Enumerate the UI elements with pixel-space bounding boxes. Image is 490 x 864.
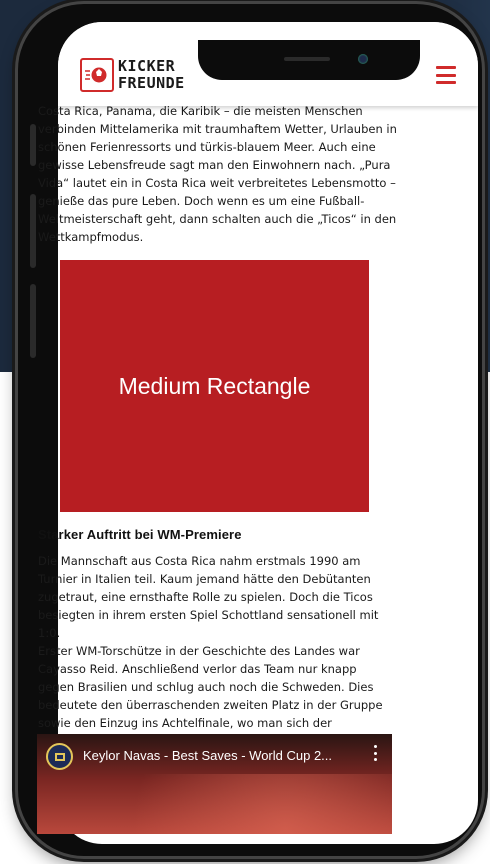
video-title[interactable]: Keylor Navas - Best Saves - World Cup 2.… — [83, 748, 332, 763]
volume-down-button — [30, 284, 36, 358]
front-camera — [358, 54, 368, 64]
youtube-video-embed[interactable]: Keylor Navas - Best Saves - World Cup 2.… — [37, 734, 392, 834]
ad-label: Medium Rectangle — [118, 373, 311, 399]
logo-wordmark: KICKER FREUNDE — [118, 58, 185, 92]
article-paragraph-1: Costa Rica, Panama, die Karibik – die me… — [38, 104, 397, 244]
ad-medium-rectangle[interactable]: Medium Rectangle — [60, 260, 369, 512]
logo-line-2: FREUNDE — [118, 74, 185, 92]
mute-switch — [30, 124, 36, 166]
logo-line-1: KICKER — [118, 57, 176, 75]
phone-notch — [198, 40, 420, 80]
football-logo-icon — [80, 58, 114, 92]
article-content: Costa Rica, Panama, die Karibik – die me… — [38, 102, 398, 750]
speaker-grille — [284, 57, 330, 61]
section-heading: Starker Auftritt bei WM-Premiere — [38, 527, 242, 542]
more-vertical-icon[interactable] — [374, 745, 378, 761]
hamburger-menu-icon[interactable] — [436, 66, 456, 84]
article-paragraph-2: Die Mannschaft aus Costa Rica nahm erstm… — [38, 554, 383, 748]
volume-up-button — [30, 194, 36, 268]
channel-avatar-icon[interactable] — [46, 743, 73, 770]
site-logo[interactable]: KICKER FREUNDE — [80, 58, 185, 92]
